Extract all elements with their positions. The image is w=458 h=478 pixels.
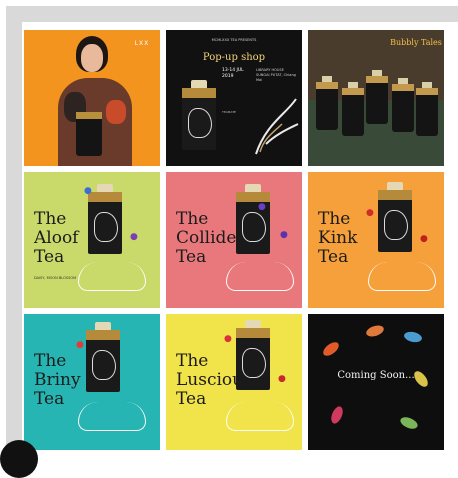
post-title: Coming Soon... xyxy=(337,370,415,381)
post-aloof-tea[interactable]: The Aloof Tea DAISY, MOON BLOSSOM ● ● xyxy=(24,172,160,308)
event-date: 13-14 JUL 2019 xyxy=(222,68,244,79)
tea-bottle xyxy=(342,82,364,136)
splash-icon: ● xyxy=(84,186,92,196)
post-portrait[interactable]: LXX xyxy=(24,30,160,166)
tea-bottle xyxy=(392,78,414,132)
hand-illustration xyxy=(78,262,146,291)
fish-illustration xyxy=(365,324,385,338)
corner-badge xyxy=(0,440,38,478)
event-venue: LIBRARY HOUSE SUNGAI PUTAT, Chiang Mai xyxy=(256,68,296,82)
hand-illustration xyxy=(368,262,436,291)
post-popup-shop[interactable]: MCMLXXX TEA PRESENTS Pop-up shop 13-14 J… xyxy=(166,30,302,166)
fish-illustration xyxy=(412,368,430,390)
fish-illustration xyxy=(402,329,424,345)
post-coming-soon[interactable]: Coming Soon... xyxy=(308,314,444,450)
post-briny-tea[interactable]: The Briny Tea ● xyxy=(24,314,160,450)
fish-illustration xyxy=(328,404,346,426)
post-title: Bubbly Tales xyxy=(390,38,442,47)
splash-icon: ● xyxy=(280,230,288,240)
hand-illustration xyxy=(226,402,294,431)
post-collide-tea[interactable]: The Collide Tea ● ● xyxy=(166,172,302,308)
post-title: Pop-up shop xyxy=(202,52,266,63)
tea-bottle xyxy=(76,112,102,156)
post-grid: LXX MCMLXXX TEA PRESENTS Pop-up shop 13-… xyxy=(24,30,444,450)
hand-illustration xyxy=(78,402,146,431)
post-luscious-tea[interactable]: The Luscious Tea ● ● xyxy=(166,314,302,450)
hand-illustration xyxy=(226,262,294,291)
frame-border xyxy=(6,6,458,22)
feed-frame: LXX MCMLXXX TEA PRESENTS Pop-up shop 13-… xyxy=(0,0,458,478)
splash-icon: ● xyxy=(224,334,232,344)
tea-bottle xyxy=(378,182,412,252)
kimono-pattern xyxy=(106,100,126,124)
tea-bottle xyxy=(86,322,120,392)
model-face xyxy=(81,44,103,72)
tea-bottle xyxy=(88,184,122,254)
tea-bottle xyxy=(316,76,338,130)
splash-icon: ● xyxy=(76,340,84,350)
frame-border xyxy=(6,6,22,457)
post-kink-tea[interactable]: The Kink Tea ● ● xyxy=(308,172,444,308)
post-bubbly-tales[interactable]: Bubbly Tales xyxy=(308,30,444,166)
splash-icon: ● xyxy=(366,208,374,218)
tea-bottle xyxy=(366,70,388,124)
brand-logo: LXX xyxy=(134,40,150,47)
post-kicker: MCMLXXX TEA PRESENTS xyxy=(211,38,257,42)
fish-illustration xyxy=(320,340,342,358)
splash-icon: ● xyxy=(420,234,428,244)
tea-bottle xyxy=(236,320,270,390)
splash-icon: ● xyxy=(278,374,286,384)
splash-icon: ● xyxy=(130,232,138,242)
bird-illustration xyxy=(255,98,299,155)
tea-bottle xyxy=(416,82,438,136)
tea-bottle xyxy=(182,80,216,150)
fish-illustration xyxy=(398,414,420,432)
splash-icon: ● xyxy=(258,202,266,212)
